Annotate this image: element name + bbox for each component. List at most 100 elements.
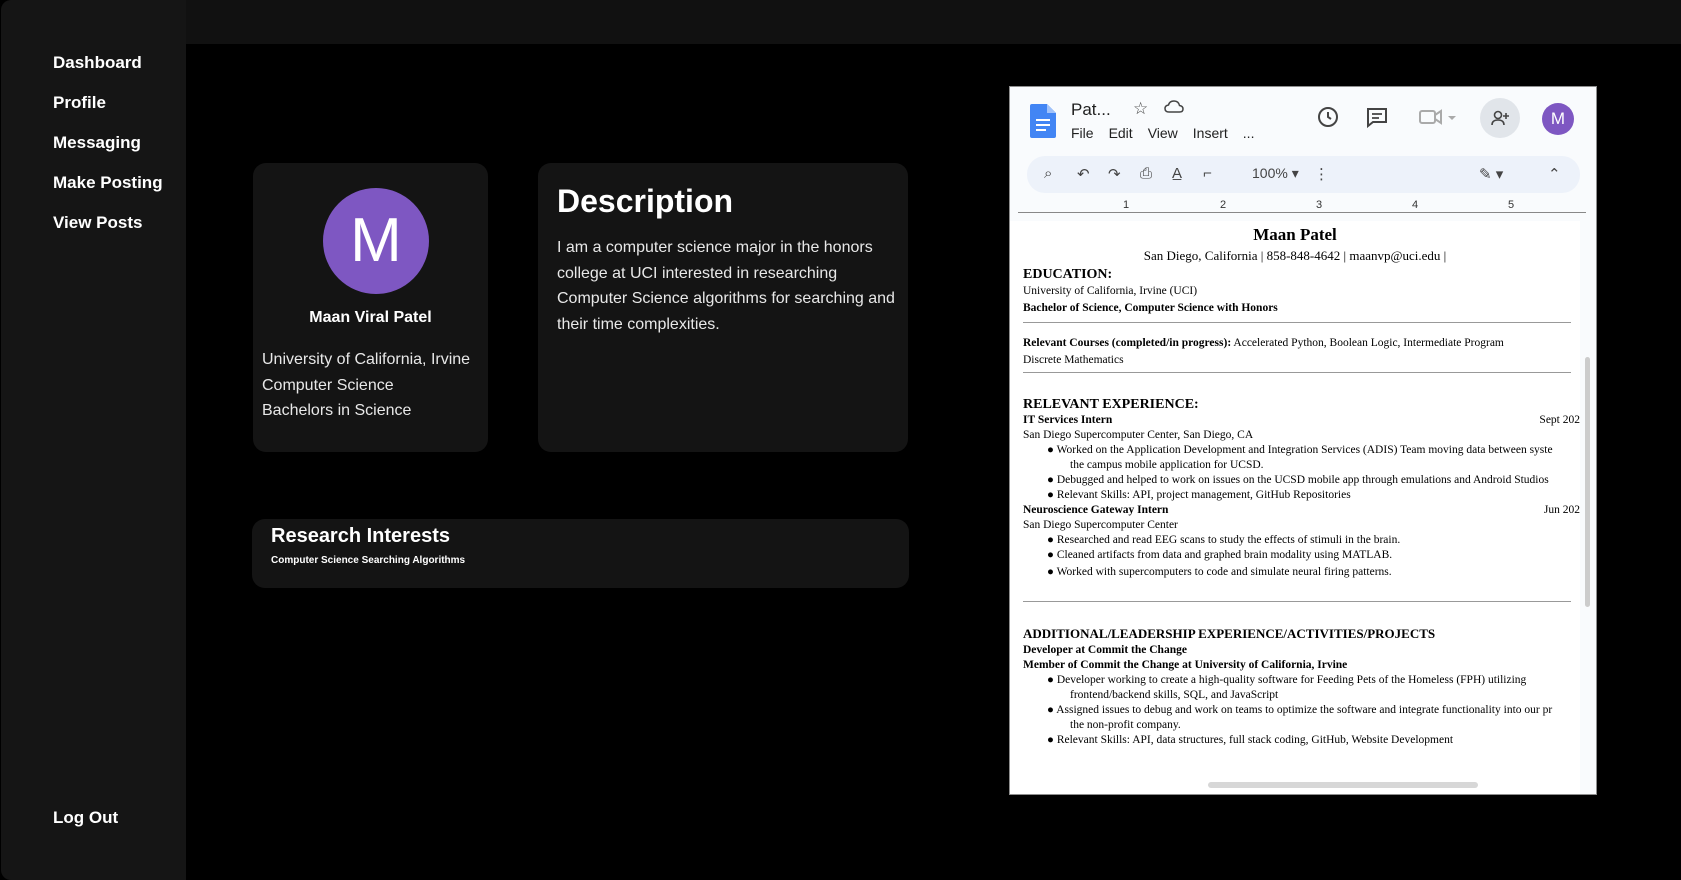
nav-view-posts[interactable]: View Posts — [53, 210, 163, 235]
additional-bullet-cont: the non-profit company. — [1070, 719, 1181, 731]
nav-profile[interactable]: Profile — [53, 90, 163, 115]
logout-button[interactable]: Log Out — [53, 808, 118, 828]
bullet-text: Researched and read EEG scans to study t… — [1056, 534, 1401, 546]
editing-mode-icon[interactable]: ✎ ▾ — [1479, 165, 1503, 183]
meet-video-icon[interactable] — [1418, 105, 1460, 129]
bullet-text: Worked on the Application Development an… — [1056, 444, 1553, 456]
menu-more[interactable]: ... — [1243, 125, 1255, 141]
nav-make-posting[interactable]: Make Posting — [53, 170, 163, 195]
job2-bullet: ● Researched and read EEG scans to study… — [1047, 534, 1401, 546]
doc-title[interactable]: Pat... — [1071, 100, 1111, 120]
menu-file[interactable]: File — [1071, 125, 1094, 141]
share-button[interactable] — [1480, 98, 1520, 138]
spellcheck-icon[interactable]: A̲ — [1172, 165, 1182, 182]
resume-doc-embed: Pat... ☆ File Edit View Insert... M ⌕ ↶ … — [1009, 86, 1597, 795]
bullet-text: Cleaned artifacts from data and graphed … — [1056, 549, 1393, 561]
resume-contact: San Diego, California | 858-848-4642 | m… — [1143, 248, 1447, 263]
sidebar-nav: Dashboard Profile Messaging Make Posting… — [53, 50, 163, 250]
job2-bullet: ● Worked with supercomputers to code and… — [1047, 566, 1392, 578]
additional-item: Developer at Commit the Change — [1023, 644, 1187, 656]
doc-menu-bar: File Edit View Insert... — [1071, 125, 1269, 141]
job2-title: Neuroscience Gateway Intern — [1023, 504, 1169, 516]
search-icon[interactable]: ⌕ — [1044, 165, 1052, 182]
star-icon[interactable]: ☆ — [1133, 99, 1148, 119]
collapse-menu-icon[interactable]: ⌃ — [1548, 165, 1561, 183]
ruler-number: 3 — [1316, 199, 1323, 211]
job1-bullet: ● Relevant Skills: API, project manageme… — [1047, 489, 1351, 501]
bullet-text: Developer working to create a high-quali… — [1056, 674, 1527, 686]
zoom-select[interactable]: 100% ▾ — [1252, 165, 1299, 182]
more-options-icon[interactable]: ⋮ — [1314, 165, 1329, 183]
ruler-line — [1018, 212, 1586, 213]
additional-item: Member of Commit the Change at Universit… — [1023, 659, 1348, 671]
nav-dashboard[interactable]: Dashboard — [53, 50, 163, 75]
ruler-number: 5 — [1508, 199, 1515, 211]
job2-org: San Diego Supercomputer Center — [1023, 519, 1178, 531]
additional-bullet: ● Relevant Skills: API, data structures,… — [1047, 734, 1454, 746]
doc-page[interactable]: Maan Patel San Diego, California | 858-8… — [1010, 221, 1580, 794]
nav-messaging[interactable]: Messaging — [53, 130, 163, 155]
vertical-scrollbar[interactable] — [1585, 357, 1590, 607]
avatar: M — [323, 188, 429, 294]
additional-bullet: ● Assigned issues to debug and work on t… — [1047, 704, 1553, 716]
bullet-text: Assigned issues to debug and work on tea… — [1056, 704, 1553, 716]
profile-info: University of California, Irvine Compute… — [262, 347, 470, 424]
ruler[interactable]: 1 2 3 4 5 — [1018, 199, 1586, 219]
resume-name: Maan Patel — [1253, 225, 1337, 244]
job1-bullet-cont: the campus mobile application for UCSD. — [1070, 459, 1264, 471]
profile-degree: Bachelors in Science — [262, 402, 412, 419]
job2-bullet: ● Cleaned artifacts from data and graphe… — [1047, 549, 1393, 561]
resume-degree: Bachelor of Science, Computer Science wi… — [1023, 302, 1278, 314]
top-bar — [186, 0, 1681, 44]
profile-card: M Maan Viral Patel University of Califor… — [253, 163, 488, 452]
resume-school: University of California, Irvine (UCI) — [1023, 285, 1198, 297]
undo-icon[interactable]: ↶ — [1077, 165, 1090, 183]
experience-heading: RELEVANT EXPERIENCE: — [1023, 397, 1199, 412]
doc-toolbar: ⌕ ↶ ↷ ⎙ A̲ ⌐ 100% ▾ ⋮ ✎ ▾ ⌃ — [1027, 156, 1580, 193]
doc-header: Pat... ☆ File Edit View Insert... M — [1010, 87, 1596, 149]
horizontal-scrollbar[interactable] — [1208, 782, 1478, 788]
profile-university: University of California, Irvine — [262, 351, 471, 368]
ruler-number: 1 — [1123, 199, 1130, 211]
description-card: Description I am a computer science majo… — [538, 163, 908, 452]
menu-insert[interactable]: Insert — [1193, 125, 1228, 141]
google-docs-icon — [1030, 104, 1056, 138]
courses-label: Relevant Courses (completed/in progress)… — [1023, 337, 1232, 349]
redo-icon[interactable]: ↷ — [1108, 165, 1121, 183]
research-title: Research Interests — [271, 525, 450, 547]
menu-edit[interactable]: Edit — [1109, 125, 1133, 141]
paint-format-icon[interactable]: ⌐ — [1203, 165, 1212, 182]
sidebar: Dashboard Profile Messaging Make Posting… — [1, 0, 186, 880]
job1-date: Sept 202 — [1539, 414, 1580, 426]
bullet-text: Worked with supercomputers to code and s… — [1056, 566, 1392, 578]
description-title: Description — [557, 183, 734, 219]
menu-view[interactable]: View — [1148, 125, 1178, 141]
job1-title: IT Services Intern — [1023, 414, 1113, 426]
version-history-icon[interactable] — [1316, 105, 1340, 129]
divider — [1023, 372, 1571, 373]
courses-text: Accelerated Python, Boolean Logic, Inter… — [1233, 337, 1504, 349]
cloud-icon[interactable] — [1164, 99, 1184, 115]
job1-org: San Diego Supercomputer Center, San Dieg… — [1023, 429, 1254, 441]
divider — [1023, 601, 1571, 602]
zoom-value: 100% — [1252, 165, 1288, 181]
job1-bullet: ● Worked on the Application Development … — [1047, 444, 1553, 456]
print-icon[interactable]: ⎙ — [1140, 165, 1152, 182]
additional-bullet-cont: frontend/backend skills, SQL, and JavaSc… — [1070, 689, 1279, 701]
ruler-number: 4 — [1412, 199, 1419, 211]
bullet-text: Relevant Skills: API, data structures, f… — [1056, 734, 1454, 746]
job1-bullet: ● Debugged and helped to work on issues … — [1047, 474, 1549, 486]
add-person-icon — [1491, 110, 1509, 125]
education-heading: EDUCATION: — [1023, 267, 1113, 282]
profile-name: Maan Viral Patel — [309, 309, 432, 326]
research-interests-card: Research Interests Computer Science Sear… — [252, 519, 909, 588]
description-text: I am a computer science major in the hon… — [557, 239, 895, 333]
divider — [1023, 322, 1571, 323]
bullet-text: Debugged and helped to work on issues on… — [1056, 474, 1549, 486]
ruler-number: 2 — [1220, 199, 1227, 211]
job2-date: Jun 202 — [1543, 504, 1580, 516]
comments-icon[interactable] — [1365, 105, 1389, 129]
doc-user-avatar[interactable]: M — [1542, 103, 1574, 135]
profile-major: Computer Science — [262, 376, 394, 394]
additional-bullet: ● Developer working to create a high-qua… — [1047, 674, 1527, 686]
